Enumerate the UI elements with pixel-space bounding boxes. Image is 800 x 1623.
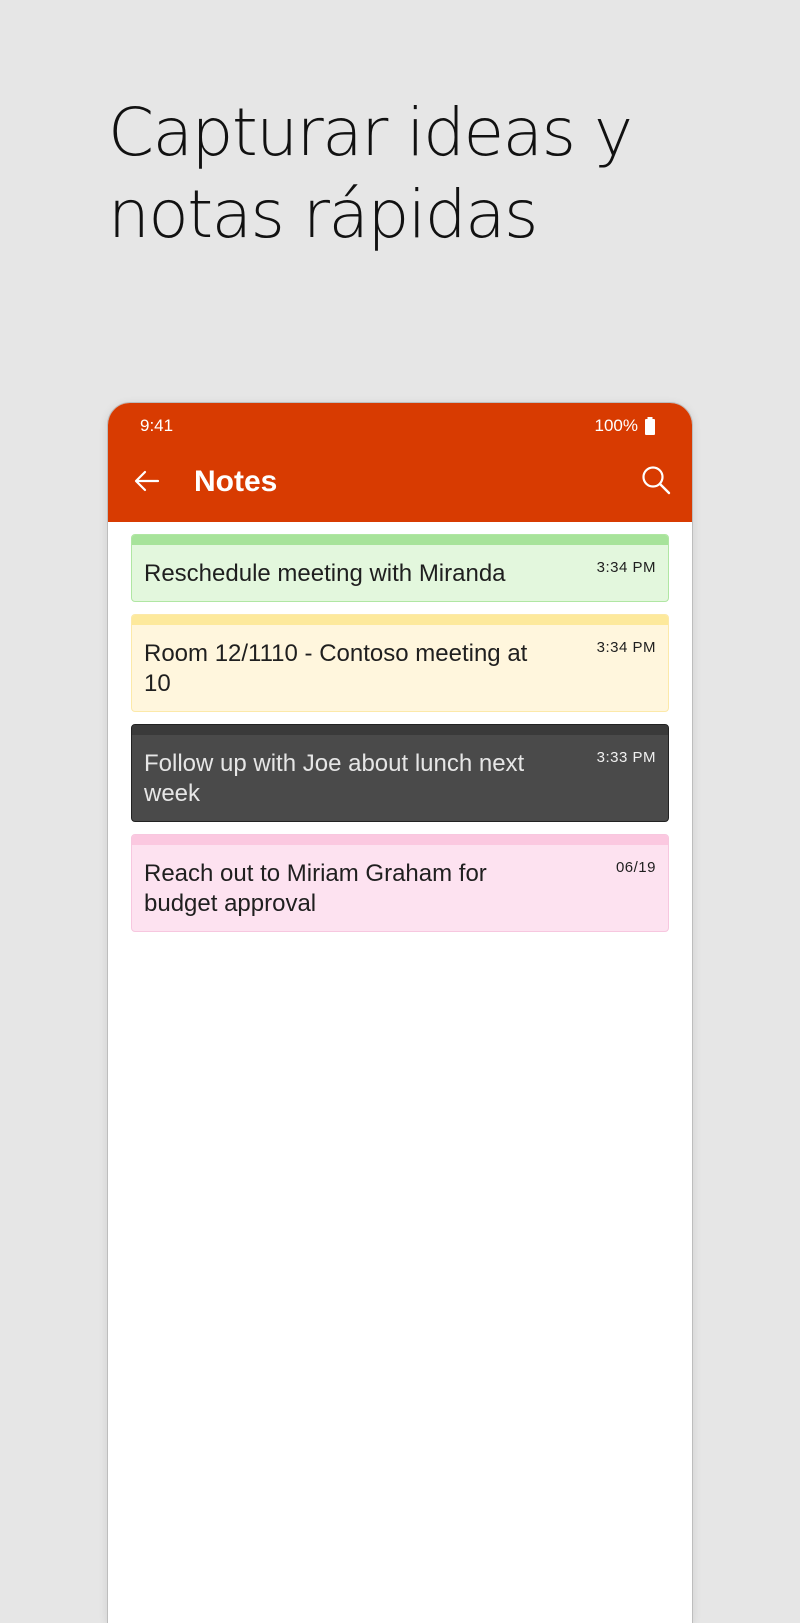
note-color-bar: [132, 615, 668, 625]
note-text: Room 12/1110 - Contoso meeting at 10: [144, 640, 528, 697]
status-time: 9:41: [140, 416, 174, 435]
note-card[interactable]: Reach out to Miriam Graham for budget ap…: [131, 834, 669, 932]
arrow-left-icon[interactable]: [132, 466, 162, 496]
note-timestamp: 06/19: [615, 859, 656, 876]
note-card[interactable]: Follow up with Joe about lunch next week…: [131, 724, 669, 822]
notes-list: Reschedule meeting with Miranda 3:34 PM …: [108, 522, 692, 932]
note-timestamp: 3:34 PM: [596, 559, 656, 576]
app-bar: 9:41 100% Notes: [108, 403, 692, 522]
note-text: Follow up with Joe about lunch next week: [144, 750, 525, 807]
headline-line-1: Capturar ideas y: [108, 94, 633, 171]
page-title: Notes: [194, 465, 278, 498]
battery-percent: 100%: [594, 416, 638, 435]
note-text: Reach out to Miriam Graham for budget ap…: [144, 860, 487, 917]
note-card[interactable]: Room 12/1110 - Contoso meeting at 10 3:3…: [131, 614, 669, 712]
note-timestamp: 3:34 PM: [596, 639, 656, 656]
note-timestamp: 3:33 PM: [596, 749, 656, 766]
note-color-bar: [132, 535, 668, 545]
phone-screen: 9:41 100% Notes Reschedule meeting with …: [108, 403, 692, 1623]
note-color-bar: [132, 835, 668, 845]
note-card[interactable]: Reschedule meeting with Miranda 3:34 PM: [131, 534, 669, 602]
battery-full-icon: [645, 417, 655, 435]
note-text: Reschedule meeting with Miranda: [144, 560, 506, 587]
headline-line-2: notas rápidas: [108, 176, 538, 253]
note-color-bar: [132, 725, 668, 735]
status-battery: 100%: [595, 416, 656, 436]
search-icon[interactable]: [640, 464, 672, 496]
promo-headline: Capturar ideas y notas rápidas: [108, 92, 748, 256]
